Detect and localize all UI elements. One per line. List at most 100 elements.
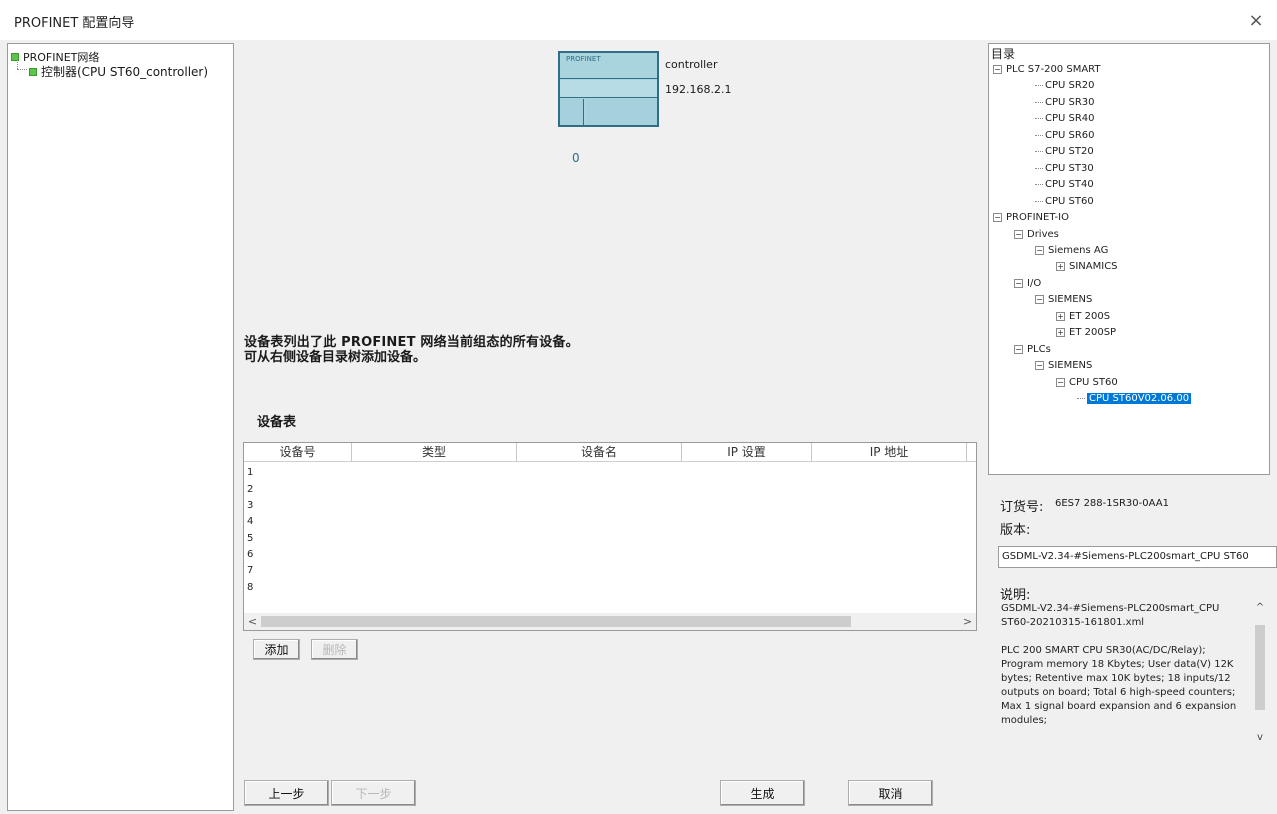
- scroll-left-icon[interactable]: <: [244, 613, 261, 630]
- catalog-node-label: I/O: [1027, 277, 1042, 289]
- column-header-ip-address[interactable]: IP 地址: [812, 443, 967, 462]
- version-field[interactable]: GSDML-V2.34-#Siemens-PLC200smart_CPU ST6…: [998, 546, 1277, 568]
- catalog-node[interactable]: CPU SR60: [1035, 130, 1095, 141]
- controller-graphic[interactable]: PROFINET 0: [558, 51, 659, 165]
- catalog-node[interactable]: CPU ST60V02.06.00: [1077, 393, 1192, 404]
- collapse-icon[interactable]: −: [1035, 295, 1044, 305]
- catalog-node[interactable]: − PROFINET-IO: [993, 212, 1069, 223]
- scroll-down-icon[interactable]: v: [1250, 732, 1270, 746]
- catalog-node[interactable]: CPU SR40: [1035, 113, 1095, 124]
- catalog-node-label: CPU SR20: [1045, 80, 1095, 92]
- generate-button[interactable]: 生成: [720, 780, 805, 806]
- cancel-button[interactable]: 取消: [848, 780, 933, 806]
- catalog-node-label: CPU ST20: [1045, 146, 1094, 158]
- table-row[interactable]: 7: [247, 565, 253, 576]
- add-button[interactable]: 添加: [253, 639, 300, 660]
- catalog-node[interactable]: − I/O: [1014, 278, 1041, 289]
- catalog-node-label: CPU ST30: [1045, 162, 1094, 174]
- catalog-node-label: Drives: [1027, 228, 1059, 240]
- catalog-node[interactable]: − PLCs: [1014, 344, 1051, 355]
- catalog-node-label: ET 200S: [1069, 310, 1111, 322]
- title-bar: PROFINET 配置向导 ×: [0, 0, 1277, 40]
- catalog-node[interactable]: + ET 200SP: [1056, 327, 1116, 338]
- device-table-title: 设备表: [257, 415, 297, 430]
- collapse-icon[interactable]: −: [1035, 361, 1044, 371]
- catalog-node[interactable]: + ET 200S: [1056, 311, 1110, 322]
- close-button[interactable]: ×: [1243, 8, 1269, 32]
- catalog-node[interactable]: CPU SR20: [1035, 80, 1095, 91]
- catalog-node-label: SIEMENS: [1048, 294, 1093, 306]
- column-header-ip-setting[interactable]: IP 设置: [682, 443, 812, 462]
- catalog-node[interactable]: CPU ST30: [1035, 163, 1094, 174]
- vertical-scrollbar[interactable]: ^ v: [1250, 600, 1270, 750]
- tree-connector: [1035, 151, 1043, 153]
- table-header: 设备号 类型 设备名 IP 设置 IP 地址: [244, 443, 976, 462]
- catalog-node-label: PLC S7-200 SMART: [1006, 64, 1101, 75]
- scroll-right-icon[interactable]: >: [959, 613, 976, 630]
- description-text: GSDML-V2.34-#Siemens-PLC200smart_CPU ST6…: [1001, 603, 1237, 726]
- collapse-icon[interactable]: −: [993, 65, 1002, 74]
- catalog-tree[interactable]: 目录 − PLC S7-200 SMART CPU SR20 CPU SR30 CPU …: [988, 43, 1270, 475]
- order-number-value: 6ES7 288-1SR30-0AA1: [1055, 498, 1169, 509]
- port-label: 0: [572, 151, 580, 165]
- catalog-node-label: SINAMICS: [1069, 261, 1118, 273]
- table-row[interactable]: 6: [247, 549, 253, 560]
- collapse-icon[interactable]: −: [1056, 377, 1065, 387]
- tree-connector: [1035, 85, 1043, 87]
- collapse-icon[interactable]: −: [1014, 344, 1023, 354]
- catalog-node[interactable]: − SIEMENS: [1035, 294, 1092, 305]
- collapse-icon[interactable]: −: [1014, 278, 1023, 288]
- table-row[interactable]: 5: [247, 533, 253, 544]
- close-icon: ×: [1248, 9, 1264, 31]
- catalog-node[interactable]: CPU ST40: [1035, 179, 1094, 190]
- description-box[interactable]: GSDML-V2.34-#Siemens-PLC200smart_CPU ST6…: [998, 600, 1270, 750]
- catalog-node[interactable]: + SINAMICS: [1056, 261, 1118, 272]
- scroll-thumb[interactable]: [1255, 625, 1265, 710]
- column-header-device-name[interactable]: 设备名: [517, 443, 682, 462]
- column-header-type[interactable]: 类型: [352, 443, 517, 462]
- table-row[interactable]: 1: [247, 467, 253, 478]
- device-table[interactable]: 设备号 类型 设备名 IP 设置 IP 地址 1 2 3 4 5 6 7 8 <…: [243, 442, 977, 631]
- catalog-node-label: CPU SR30: [1045, 96, 1095, 108]
- table-row[interactable]: 8: [247, 582, 253, 593]
- tree-connector: [1077, 398, 1085, 399]
- expand-icon[interactable]: +: [1056, 328, 1065, 338]
- catalog-node-label: PROFINET-IO: [1006, 212, 1069, 224]
- catalog-node[interactable]: − Drives: [1014, 229, 1059, 240]
- table-row[interactable]: 2: [247, 484, 253, 495]
- catalog-node[interactable]: − CPU ST60: [1056, 377, 1118, 388]
- next-button[interactable]: 下一步: [331, 780, 416, 806]
- table-row[interactable]: 3: [247, 500, 253, 511]
- horizontal-scrollbar[interactable]: < >: [244, 613, 976, 630]
- prev-button[interactable]: 上一步: [244, 780, 329, 806]
- catalog-node[interactable]: CPU SR30: [1035, 97, 1095, 108]
- scroll-up-icon[interactable]: ^: [1250, 602, 1270, 616]
- tree-node-label: 控制器(CPU ST60_controller): [41, 65, 209, 79]
- collapse-icon[interactable]: −: [1014, 229, 1023, 239]
- column-header-device-number[interactable]: 设备号: [244, 443, 352, 462]
- controller-tag: PROFINET: [566, 55, 601, 63]
- collapse-icon[interactable]: −: [993, 213, 1002, 223]
- catalog-node[interactable]: CPU ST60: [1035, 196, 1094, 207]
- tree-connector: [1035, 101, 1043, 103]
- scroll-thumb[interactable]: [261, 616, 851, 627]
- catalog-node[interactable]: − SIEMENS: [1035, 360, 1092, 371]
- delete-button[interactable]: 删除: [311, 639, 358, 660]
- expand-icon[interactable]: +: [1056, 311, 1065, 321]
- table-row[interactable]: 4: [247, 516, 253, 527]
- network-tree[interactable]: PROFINET网络 控制器(CPU ST60_controller): [7, 43, 234, 811]
- version-label: 版本:: [1000, 523, 1031, 538]
- catalog-node-label: ET 200SP: [1069, 327, 1117, 339]
- catalog-node-label: Siemens AG: [1048, 244, 1109, 256]
- controller-icon: [29, 67, 37, 76]
- expand-icon[interactable]: +: [1056, 262, 1065, 272]
- catalog-node[interactable]: CPU ST20: [1035, 146, 1094, 157]
- collapse-icon[interactable]: −: [1035, 245, 1044, 255]
- tree-connector: [1035, 184, 1043, 186]
- catalog-node-label: CPU ST60V02.06.00: [1087, 393, 1192, 404]
- catalog-node[interactable]: − PLC S7-200 SMART: [993, 64, 1101, 75]
- tree-connector: [1035, 200, 1043, 202]
- catalog-node[interactable]: − Siemens AG: [1035, 245, 1108, 256]
- tree-node-controller[interactable]: 控制器(CPU ST60_controller): [29, 63, 208, 80]
- catalog-node-label: CPU SR60: [1045, 129, 1095, 141]
